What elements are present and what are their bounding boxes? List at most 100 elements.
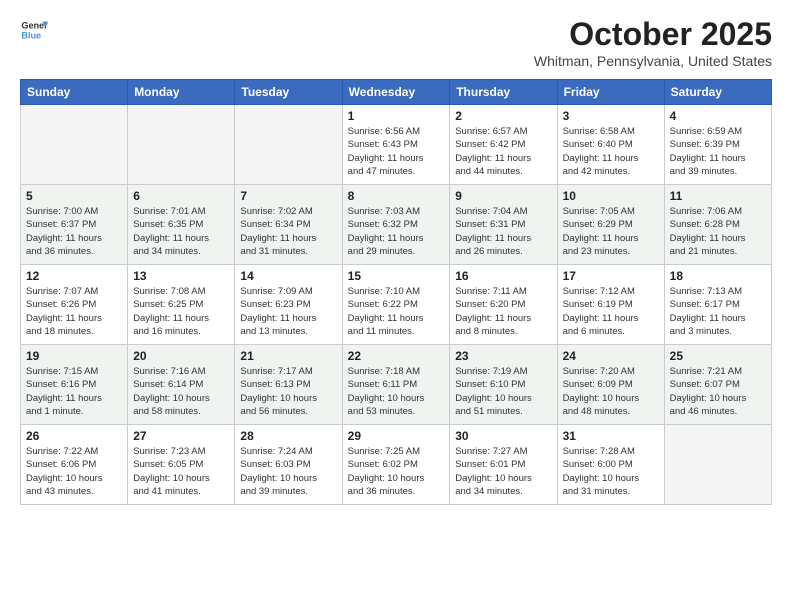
- table-row: 12 Sunrise: 7:07 AM Sunset: 6:26 PM Dayli…: [21, 265, 128, 345]
- table-row: 4 Sunrise: 6:59 AM Sunset: 6:39 PM Daylig…: [664, 105, 771, 185]
- day-number: 4: [670, 109, 766, 123]
- table-row: 8Sunrise: 7:03 AM Sunset: 6:32 PM Daylig…: [342, 185, 450, 265]
- table-row: 17 Sunrise: 7:12 AM Sunset: 6:19 PM Dayli…: [557, 265, 664, 345]
- table-row: [21, 105, 128, 185]
- day-info: Sunrise: 7:16 AM Sunset: 6:14 PM Dayligh…: [133, 365, 229, 418]
- day-number: 2: [455, 109, 551, 123]
- day-info: Sunrise: 7:05 AM Sunset: 6:29 PM Dayligh…: [563, 205, 659, 258]
- day-number: 10: [563, 189, 659, 203]
- col-tuesday: Tuesday: [235, 80, 342, 105]
- table-row: 10 Sunrise: 7:05 AM Sunset: 6:29 PM Dayli…: [557, 185, 664, 265]
- table-row: 11Sunrise: 7:06 AM Sunset: 6:28 PM Dayli…: [664, 185, 771, 265]
- table-row: [235, 105, 342, 185]
- table-row: 6 Sunrise: 7:01 AM Sunset: 6:35 PM Daylig…: [128, 185, 235, 265]
- calendar-week-row: 26 Sunrise: 7:22 AM Sunset: 6:06 PM Dayli…: [21, 425, 772, 505]
- day-number: 24: [563, 349, 659, 363]
- page-container: General Blue October 2025 Whitman, Penns…: [0, 0, 792, 515]
- day-info: Sunrise: 7:19 AM Sunset: 6:10 PM Dayligh…: [455, 365, 551, 418]
- table-row: 13Sunrise: 7:08 AM Sunset: 6:25 PM Dayli…: [128, 265, 235, 345]
- day-number: 19: [26, 349, 122, 363]
- table-row: 3 Sunrise: 6:58 AM Sunset: 6:40 PM Daylig…: [557, 105, 664, 185]
- day-info: Sunrise: 7:01 AM Sunset: 6:35 PM Dayligh…: [133, 205, 229, 258]
- table-row: 27 Sunrise: 7:23 AM Sunset: 6:05 PM Dayli…: [128, 425, 235, 505]
- day-number: 27: [133, 429, 229, 443]
- day-info: Sunrise: 7:07 AM Sunset: 6:26 PM Dayligh…: [26, 285, 122, 338]
- logo-icon: General Blue: [20, 16, 48, 44]
- table-row: 5 Sunrise: 7:00 AM Sunset: 6:37 PM Daylig…: [21, 185, 128, 265]
- calendar-week-row: 5 Sunrise: 7:00 AM Sunset: 6:37 PM Daylig…: [21, 185, 772, 265]
- day-number: 17: [563, 269, 659, 283]
- title-area: October 2025 Whitman, Pennsylvania, Unit…: [534, 16, 772, 69]
- table-row: 7 Sunrise: 7:02 AM Sunset: 6:34 PM Daylig…: [235, 185, 342, 265]
- day-info: Sunrise: 7:15 AM Sunset: 6:16 PM Dayligh…: [26, 365, 122, 418]
- table-row: 26 Sunrise: 7:22 AM Sunset: 6:06 PM Dayli…: [21, 425, 128, 505]
- table-row: 19 Sunrise: 7:15 AM Sunset: 6:16 PM Dayli…: [21, 345, 128, 425]
- day-number: 1: [348, 109, 445, 123]
- day-number: 31: [563, 429, 659, 443]
- day-number: 7: [240, 189, 336, 203]
- day-info: Sunrise: 7:22 AM Sunset: 6:06 PM Dayligh…: [26, 445, 122, 498]
- calendar-table: Sunday Monday Tuesday Wednesday Thursday…: [20, 79, 772, 505]
- table-row: 16Sunrise: 7:11 AM Sunset: 6:20 PM Dayli…: [450, 265, 557, 345]
- col-sunday: Sunday: [21, 80, 128, 105]
- table-row: 30 Sunrise: 7:27 AM Sunset: 6:01 PM Dayli…: [450, 425, 557, 505]
- day-number: 14: [240, 269, 336, 283]
- day-info: Sunrise: 7:21 AM Sunset: 6:07 PM Dayligh…: [670, 365, 766, 418]
- day-info: Sunrise: 7:27 AM Sunset: 6:01 PM Dayligh…: [455, 445, 551, 498]
- day-number: 21: [240, 349, 336, 363]
- location: Whitman, Pennsylvania, United States: [534, 53, 772, 69]
- day-number: 25: [670, 349, 766, 363]
- day-number: 29: [348, 429, 445, 443]
- day-number: 3: [563, 109, 659, 123]
- table-row: 18 Sunrise: 7:13 AM Sunset: 6:17 PM Dayli…: [664, 265, 771, 345]
- day-info: Sunrise: 7:28 AM Sunset: 6:00 PM Dayligh…: [563, 445, 659, 498]
- calendar-week-row: 19 Sunrise: 7:15 AM Sunset: 6:16 PM Dayli…: [21, 345, 772, 425]
- day-number: 22: [348, 349, 445, 363]
- day-info: Sunrise: 7:00 AM Sunset: 6:37 PM Dayligh…: [26, 205, 122, 258]
- table-row: 28 Sunrise: 7:24 AM Sunset: 6:03 PM Dayli…: [235, 425, 342, 505]
- day-number: 28: [240, 429, 336, 443]
- month-title: October 2025: [534, 16, 772, 53]
- day-number: 30: [455, 429, 551, 443]
- day-number: 11: [670, 189, 766, 203]
- table-row: 31 Sunrise: 7:28 AM Sunset: 6:00 PM Dayli…: [557, 425, 664, 505]
- day-number: 12: [26, 269, 122, 283]
- day-number: 8: [348, 189, 445, 203]
- day-info: Sunrise: 6:58 AM Sunset: 6:40 PM Dayligh…: [563, 125, 659, 178]
- day-info: Sunrise: 7:13 AM Sunset: 6:17 PM Dayligh…: [670, 285, 766, 338]
- day-number: 9: [455, 189, 551, 203]
- day-number: 5: [26, 189, 122, 203]
- day-info: Sunrise: 6:59 AM Sunset: 6:39 PM Dayligh…: [670, 125, 766, 178]
- svg-text:Blue: Blue: [21, 30, 41, 40]
- day-number: 6: [133, 189, 229, 203]
- day-number: 18: [670, 269, 766, 283]
- day-info: Sunrise: 6:57 AM Sunset: 6:42 PM Dayligh…: [455, 125, 551, 178]
- day-info: Sunrise: 7:24 AM Sunset: 6:03 PM Dayligh…: [240, 445, 336, 498]
- day-number: 20: [133, 349, 229, 363]
- day-info: Sunrise: 7:08 AM Sunset: 6:25 PM Dayligh…: [133, 285, 229, 338]
- table-row: [128, 105, 235, 185]
- table-row: 22 Sunrise: 7:18 AM Sunset: 6:11 PM Dayli…: [342, 345, 450, 425]
- day-info: Sunrise: 7:11 AM Sunset: 6:20 PM Dayligh…: [455, 285, 551, 338]
- calendar-week-row: 1Sunrise: 6:56 AM Sunset: 6:43 PM Daylig…: [21, 105, 772, 185]
- day-number: 15: [348, 269, 445, 283]
- table-row: 14 Sunrise: 7:09 AM Sunset: 6:23 PM Dayli…: [235, 265, 342, 345]
- col-friday: Friday: [557, 80, 664, 105]
- day-info: Sunrise: 7:02 AM Sunset: 6:34 PM Dayligh…: [240, 205, 336, 258]
- day-info: Sunrise: 7:25 AM Sunset: 6:02 PM Dayligh…: [348, 445, 445, 498]
- calendar-week-row: 12 Sunrise: 7:07 AM Sunset: 6:26 PM Dayli…: [21, 265, 772, 345]
- col-saturday: Saturday: [664, 80, 771, 105]
- table-row: 1Sunrise: 6:56 AM Sunset: 6:43 PM Daylig…: [342, 105, 450, 185]
- table-row: [664, 425, 771, 505]
- table-row: 25 Sunrise: 7:21 AM Sunset: 6:07 PM Dayli…: [664, 345, 771, 425]
- day-info: Sunrise: 7:09 AM Sunset: 6:23 PM Dayligh…: [240, 285, 336, 338]
- col-wednesday: Wednesday: [342, 80, 450, 105]
- table-row: 20 Sunrise: 7:16 AM Sunset: 6:14 PM Dayli…: [128, 345, 235, 425]
- logo: General Blue: [20, 16, 48, 44]
- day-info: Sunrise: 7:23 AM Sunset: 6:05 PM Dayligh…: [133, 445, 229, 498]
- table-row: 21Sunrise: 7:17 AM Sunset: 6:13 PM Dayli…: [235, 345, 342, 425]
- day-info: Sunrise: 7:12 AM Sunset: 6:19 PM Dayligh…: [563, 285, 659, 338]
- day-number: 26: [26, 429, 122, 443]
- day-info: Sunrise: 7:18 AM Sunset: 6:11 PM Dayligh…: [348, 365, 445, 418]
- header: General Blue October 2025 Whitman, Penns…: [20, 16, 772, 69]
